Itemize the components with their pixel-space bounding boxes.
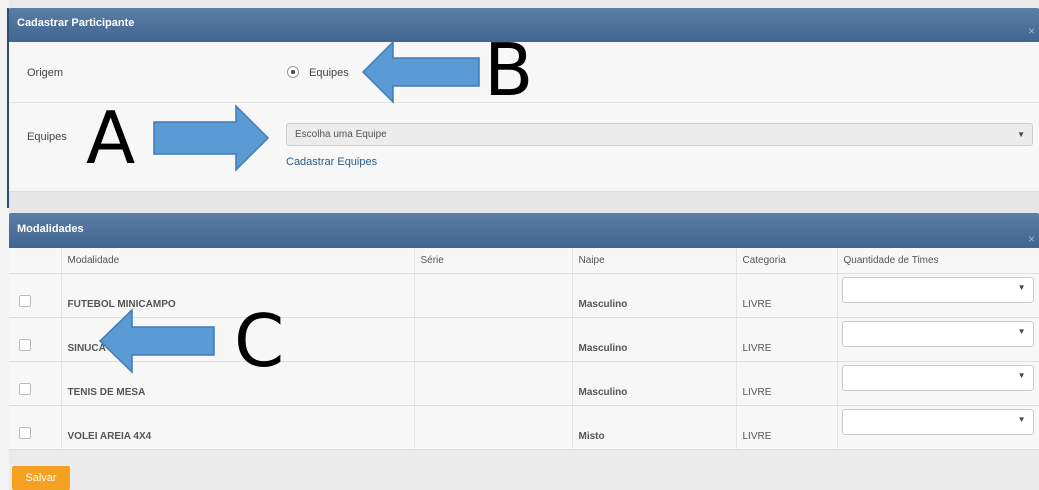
column-header: Série [414,248,573,274]
naipe-cell: Misto [572,405,737,450]
table-header-row: Modalidade Série Naipe Categoria Quantid… [9,248,1039,274]
quantidade-select[interactable]: ▼ [841,320,1034,347]
equipe-select[interactable]: Escolha uma Equipe ▼ [286,123,1033,146]
row-checkbox-cell [9,405,62,450]
quantidade-select[interactable]: ▼ [841,364,1034,391]
quantidade-select[interactable]: ▼ [841,276,1034,303]
column-header: Categoria [736,248,838,274]
equipes-radio[interactable] [287,66,299,78]
row-checkbox[interactable] [19,382,31,395]
quantidade-cell: ▼ [837,273,1039,318]
annotation-label-c: C [234,299,285,383]
column-header: Naipe [572,248,737,274]
quantidade-cell: ▼ [837,405,1039,450]
modalidade-cell: VOLEI AREIA 4X4 [61,405,415,450]
column-header: Quantidade de Times [837,248,1039,274]
row-checkbox-cell [9,361,62,406]
chevron-down-icon: ▼ [1017,130,1025,139]
select-column-header [9,248,62,274]
quantidade-cell: ▼ [837,317,1039,362]
quantidade-cell: ▼ [837,361,1039,406]
categoria-cell: LIVRE [736,405,838,450]
row-checkbox[interactable] [19,426,31,439]
serie-cell [414,361,573,406]
annotation-arrow-c [98,308,215,374]
left-edge [0,0,9,490]
equipes-label: Equipes [27,131,67,143]
column-header: Modalidade [61,248,415,274]
row-checkbox-cell [9,273,62,318]
save-button[interactable]: Salvar [12,466,70,490]
annotation-label-b: B [484,28,534,112]
row-checkbox[interactable] [19,338,31,351]
annotation-arrow-a [153,104,270,172]
table-row: VOLEI AREIA 4X4 Misto LIVRE ▼ [9,405,1039,450]
chevron-down-icon: ▼ [1017,282,1026,292]
naipe-cell: Masculino [572,317,737,362]
modalidades-header: Modalidades × [9,213,1039,248]
origem-label: Origem [27,67,64,79]
chevron-down-icon: ▼ [1017,370,1026,380]
categoria-cell: LIVRE [736,273,838,318]
cadastrar-equipes-link[interactable]: Cadastrar Equipes [286,156,377,168]
modalidades-title: Modalidades [17,223,84,235]
section-separator [9,192,1039,213]
dialog-title: Cadastrar Participante [17,17,135,29]
equipes-radio-label[interactable]: Equipes [309,67,349,79]
categoria-cell: LIVRE [736,317,838,362]
equipe-select-value: Escolha uma Equipe [295,129,387,140]
categoria-cell: LIVRE [736,361,838,406]
naipe-cell: Masculino [572,273,737,318]
row-checkbox-cell [9,317,62,362]
serie-cell [414,317,573,362]
naipe-cell: Masculino [572,361,737,406]
annotation-label-a: A [86,96,136,180]
quantidade-select[interactable]: ▼ [841,408,1034,435]
chevron-down-icon: ▼ [1017,326,1026,336]
chevron-down-icon: ▼ [1017,414,1026,424]
annotation-arrow-b [361,40,480,104]
row-checkbox[interactable] [19,294,31,307]
serie-cell [414,273,573,318]
serie-cell [414,405,573,450]
